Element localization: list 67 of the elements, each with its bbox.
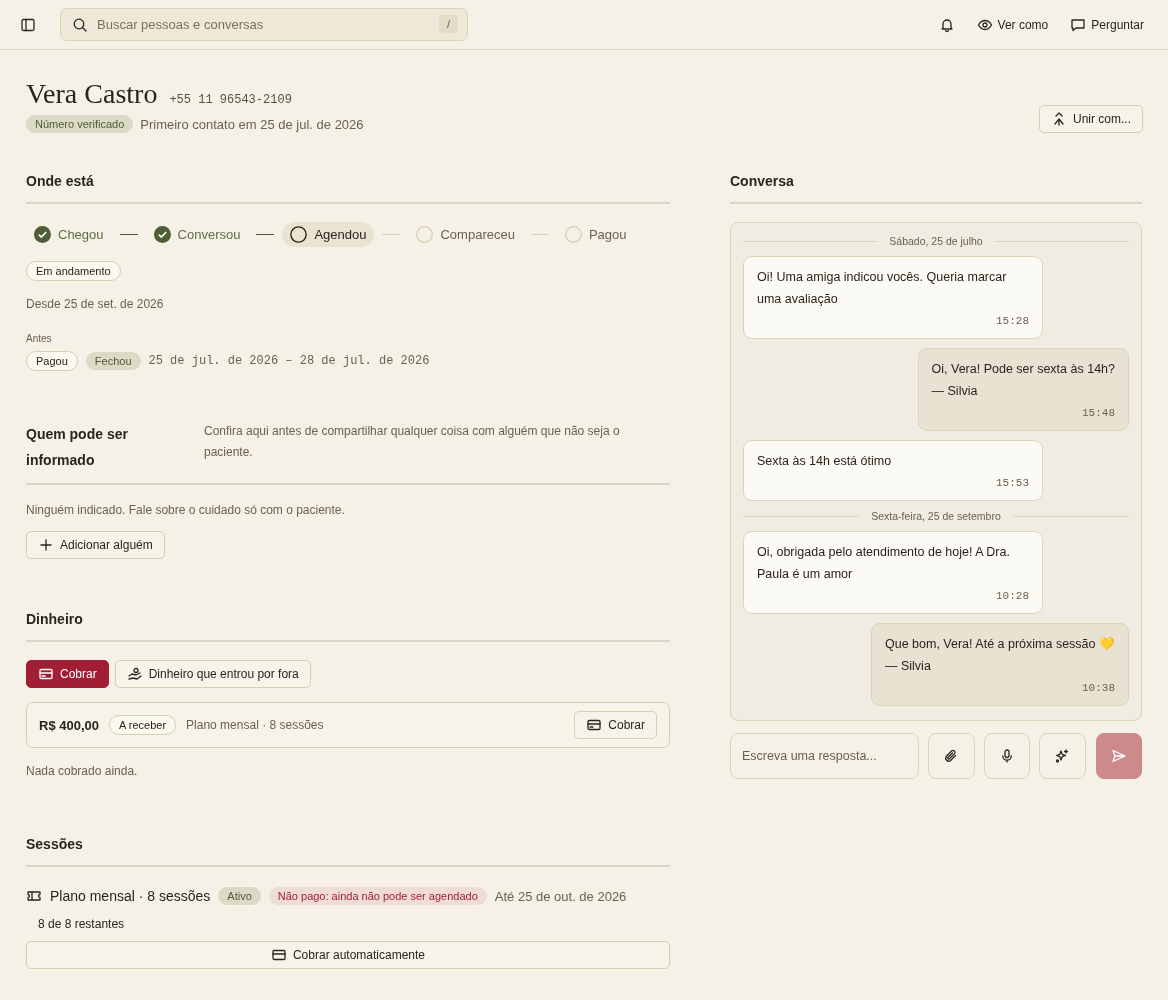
history-date-range: 25 de jul. de 2026 – 28 de jul. de 2026 — [148, 354, 430, 368]
plan-end-date: Até 25 de out. de 2026 — [494, 888, 627, 904]
external-money-button[interactable]: Dinheiro que entrou por fora — [114, 660, 311, 688]
section-heading: Quem pode ser informado — [26, 425, 129, 470]
view-as-button[interactable]: Ver como — [976, 16, 1049, 33]
charge-note: Nada cobrado ainda. — [26, 764, 138, 778]
circle-icon — [564, 226, 582, 243]
sparkle-button[interactable] — [1039, 733, 1086, 779]
phone-number: +55 11 96543-2109 — [169, 93, 292, 107]
search-icon — [72, 16, 88, 33]
message-bubble: Oi! Uma amiga indicou vocês. Queria marcar uma avaliação 15:28 — [743, 256, 1043, 339]
history-tag: Fechou — [85, 352, 141, 370]
charge-description: Plano mensal · 8 sessões — [186, 718, 325, 732]
plus-icon — [38, 537, 54, 553]
add-person-button[interactable]: Adicionar alguém — [26, 531, 165, 559]
card-icon — [38, 666, 54, 682]
message-bubble: Que bom, Vera! Até a próxima sessão 💛 — Silvia 10:38 — [871, 623, 1129, 706]
pipeline-step[interactable]: Chegou — [26, 222, 112, 247]
sidebar-toggle-icon[interactable] — [20, 16, 36, 33]
status-badge: Em andamento — [26, 261, 121, 281]
card-icon — [586, 717, 603, 733]
charge-button[interactable]: Cobrar — [26, 660, 109, 688]
history-label: Antes — [26, 333, 52, 344]
merge-button[interactable]: Unir com... — [1039, 105, 1143, 133]
reply-field[interactable]: Escreva uma resposta... — [730, 733, 920, 779]
first-contact-text: Primeiro contato em 25 de jul. de 2026 — [140, 116, 364, 132]
section-description: Confira aqui antes de compartilhar qualquer coisa com alguém que não seja o paciente. — [204, 423, 621, 461]
section-heading: Dinheiro — [26, 611, 670, 642]
check-circle-icon — [34, 226, 51, 243]
verified-badge: Número verificado — [26, 115, 134, 133]
message-bubble: Oi, Vera! Pode ser sexta às 14h? — Silvia 15:48 — [917, 348, 1129, 431]
plan-name: Plano mensal · 8 sessões — [50, 888, 211, 904]
ticket-icon — [26, 888, 42, 904]
plan-status-tag: Não pago: ainda não pode ser agendado — [268, 887, 487, 905]
sparkle-icon — [1054, 748, 1071, 764]
pipeline-step[interactable]: Agendou — [282, 222, 375, 247]
circle-icon — [416, 226, 434, 243]
date-divider: Sábado, 25 de julho — [889, 235, 983, 247]
remaining-sessions: 8 de 8 restantes — [38, 917, 125, 931]
card-icon — [270, 947, 287, 963]
auto-charge-button[interactable]: Cobrar automaticamente — [26, 941, 670, 969]
check-circle-icon — [153, 226, 171, 243]
message-bubble: Sexta às 14h está ótimo 15:53 — [743, 440, 1043, 501]
pipeline-step[interactable]: Pagou — [556, 222, 635, 247]
patient-name: Vera Castro — [26, 78, 158, 110]
empty-state-text: Ninguém indicado. Fale sobre o cuidado só com o paciente. — [26, 503, 345, 517]
shortcut-key: / — [438, 15, 458, 33]
section-heading: Sessões — [26, 836, 670, 867]
hand-money-icon — [126, 666, 143, 682]
ask-button[interactable]: Perguntar — [1070, 16, 1144, 33]
pipeline-step[interactable]: Compareceu — [408, 222, 523, 247]
section-heading: Conversa — [730, 173, 1142, 204]
since-text: Desde 25 de set. de 2026 — [26, 297, 164, 311]
date-divider: Sexta-feira, 25 de setembro — [871, 510, 1001, 522]
message-bubble: Oi, obrigada pelo atendimento de hoje! A Dra. Paula é um amor 10:28 — [743, 531, 1043, 614]
send-icon — [1110, 748, 1127, 764]
attach-button[interactable] — [928, 733, 975, 779]
charge-status-tag: A receber — [109, 715, 177, 735]
plan-status-tag: Ativo — [218, 887, 261, 905]
microphone-button[interactable] — [983, 733, 1031, 779]
history-tag: Pagou — [26, 351, 78, 371]
speech-bubble-icon — [1070, 16, 1087, 33]
section-heading: Onde está — [26, 173, 670, 204]
circle-icon — [290, 226, 308, 243]
pipeline-step[interactable]: Conversou — [145, 222, 249, 247]
charge-amount: R$ 400,00 — [39, 717, 99, 733]
charge-button[interactable]: Cobrar — [574, 711, 657, 739]
